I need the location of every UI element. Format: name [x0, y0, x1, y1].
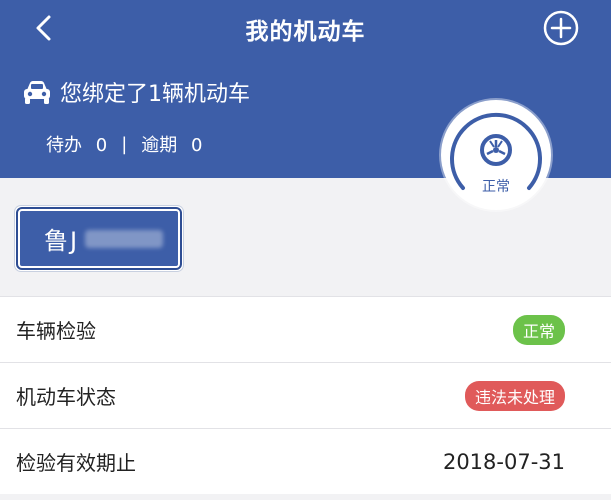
- gauge-status-label: 正常: [482, 179, 510, 195]
- bound-vehicle-summary: 您绑定了1辆机动车: [22, 76, 250, 108]
- pending-label: 待办: [46, 135, 82, 156]
- plate-prefix: 鲁J: [44, 227, 80, 255]
- list-item-inspection[interactable]: 车辆检验 正常: [0, 296, 611, 362]
- expiry-date-value: 2018-07-31: [442, 449, 565, 474]
- license-plate: 鲁J: [16, 207, 182, 270]
- task-counts: 待办 0 | 逾期 0: [46, 131, 202, 157]
- car-icon: [24, 81, 50, 104]
- list-item-vehicle-status[interactable]: 机动车状态 违法未处理: [0, 362, 611, 428]
- bound-count-text: 您绑定了1辆机动车: [60, 82, 250, 107]
- status-badge: 正常: [512, 314, 565, 345]
- overdue-count: 0: [191, 135, 203, 156]
- row-label: 机动车状态: [16, 385, 116, 409]
- page-title: 我的机动车: [245, 19, 366, 45]
- add-vehicle-button[interactable]: [543, 10, 579, 46]
- overdue-label: 逾期: [141, 135, 178, 156]
- row-label: 检验有效期止: [16, 451, 136, 475]
- plus-circle-icon: [543, 10, 579, 46]
- overdue-link[interactable]: 逾期 0: [141, 131, 202, 157]
- row-label: 车辆检验: [16, 319, 96, 343]
- list-item-inspection-expiry[interactable]: 检验有效期止 2018-07-31: [0, 428, 611, 494]
- pending-count: 0: [95, 135, 108, 156]
- pending-link[interactable]: 待办 0: [46, 131, 107, 157]
- plate-number-redacted: [85, 229, 164, 248]
- status-badge: 违法未处理: [464, 380, 565, 411]
- wheel-icon: [480, 134, 512, 166]
- vehicle-status-gauge[interactable]: 正常: [441, 100, 551, 210]
- license-plate-button[interactable]: 鲁J: [15, 206, 183, 271]
- vehicle-info-list: 车辆检验 正常 机动车状态 违法未处理 检验有效期止 2018-07-31: [0, 296, 611, 494]
- count-separator: |: [121, 133, 128, 155]
